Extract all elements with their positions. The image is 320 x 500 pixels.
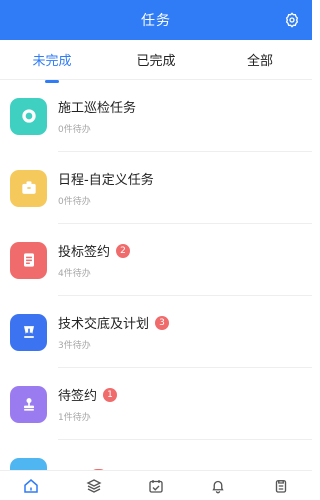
task-pending-count: 0件待办 xyxy=(58,197,91,207)
task-item-pending-signing[interactable]: 待签约 1 1件待办 xyxy=(0,368,312,440)
gear-icon[interactable] xyxy=(284,12,300,28)
tab-all[interactable]: 全部 xyxy=(208,50,312,69)
page-title: 任务 xyxy=(141,13,171,29)
stamp-icon xyxy=(10,385,47,423)
count-badge: 1 xyxy=(103,387,118,402)
task-item-bidding[interactable]: 投标签约 2 4件待办 xyxy=(0,224,312,296)
bottom-navigation xyxy=(0,470,312,500)
count-badge: 2 xyxy=(116,243,131,258)
task-pending-count: 1件待办 xyxy=(58,413,91,423)
task-pending-count: 0件待办 xyxy=(58,125,91,135)
task-title: 施工巡检任务 xyxy=(58,101,137,116)
task-item-technical-briefing[interactable]: 技术交底及计划 3 3件待办 xyxy=(0,296,312,368)
task-pending-count: 3件待办 xyxy=(58,341,91,351)
task-pending-count: 4件待办 xyxy=(58,269,91,279)
home-icon[interactable] xyxy=(22,477,40,495)
task-page: 任务 未完成 已完成 全部 施工巡检任务 0件待办 日程-自定义任务 0件待办 … xyxy=(0,0,312,500)
download-icon xyxy=(10,313,47,351)
app-header: 任务 xyxy=(0,0,312,40)
task-list: 施工巡检任务 0件待办 日程-自定义任务 0件待办 投标签约 2 4件待办 技术… xyxy=(0,80,312,470)
task-title: 待签约 xyxy=(58,389,98,404)
tab-bar: 未完成 已完成 全部 xyxy=(0,40,312,80)
inspection-icon xyxy=(10,97,47,135)
layers-icon[interactable] xyxy=(85,477,103,495)
calendar-bag-icon xyxy=(10,169,47,207)
task-item-schedule[interactable]: 日程-自定义任务 0件待办 xyxy=(0,152,312,224)
tab-completed[interactable]: 已完成 xyxy=(104,50,208,69)
bell-icon[interactable] xyxy=(209,477,227,495)
task-title: 技术交底及计划 xyxy=(58,317,150,332)
task-title: 投标签约 xyxy=(58,245,111,260)
tab-incomplete[interactable]: 未完成 xyxy=(0,50,104,69)
clipboard-icon[interactable] xyxy=(272,477,290,495)
count-badge: 3 xyxy=(155,315,170,330)
approval-icon xyxy=(10,457,47,470)
document-icon xyxy=(10,241,47,279)
calendar-check-icon[interactable] xyxy=(147,477,165,495)
task-item-inspection[interactable]: 施工巡检任务 0件待办 xyxy=(0,80,312,152)
task-title: 日程-自定义任务 xyxy=(58,173,154,188)
task-item-approval[interactable]: 审批 68 xyxy=(0,440,312,470)
